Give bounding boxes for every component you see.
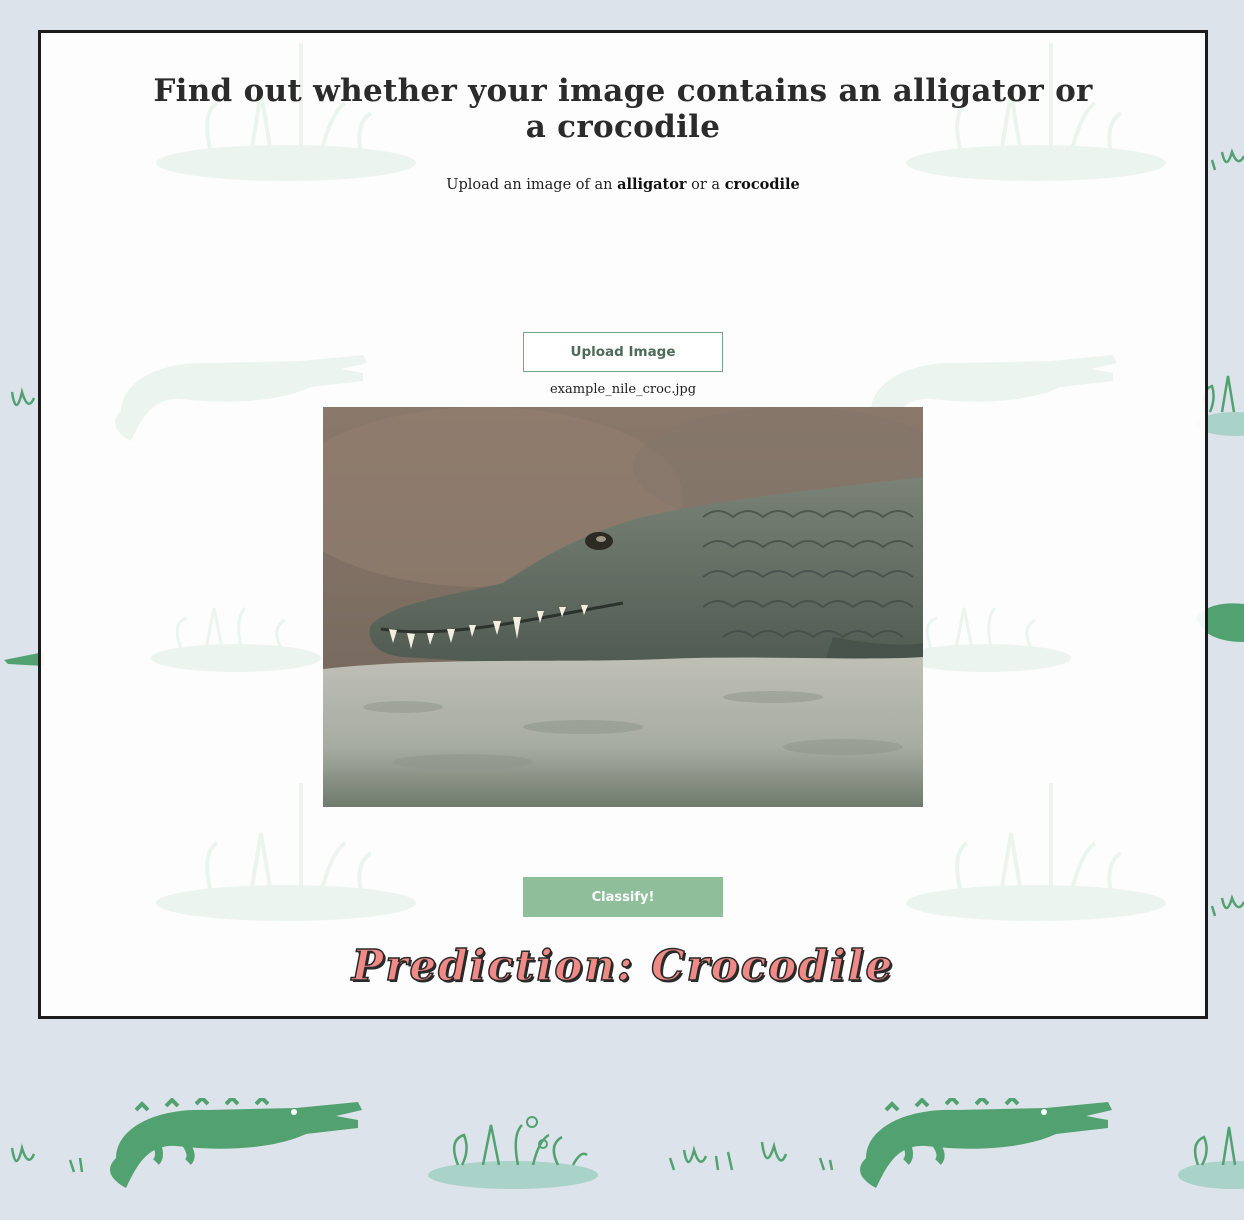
prediction-result: Prediction: Crocodile [351,940,895,991]
page-title: Find out whether your image contains an … [153,73,1093,145]
subtitle-middle: or a [691,177,721,193]
crocodile-decoration-icon [860,1098,1112,1188]
grass-decoration-icon [1210,148,1244,171]
subtitle-alligator: alligator [617,176,687,193]
crocodile-photo-icon [323,407,923,807]
upload-image-button[interactable]: Upload Image [523,332,723,372]
grass-decoration-icon [668,1141,834,1171]
bush-decoration-icon [1178,1126,1244,1189]
crocodile-decoration-icon [110,1098,362,1188]
subtitle: Upload an image of an alligator or a cro… [41,176,1205,193]
main-card: Find out whether your image contains an … [38,30,1208,1019]
image-preview [323,407,923,807]
subtitle-crocodile: crocodile [724,176,800,193]
grass-decoration-icon [1210,894,1244,917]
content-area: Find out whether your image contains an … [41,33,1205,1016]
bush-decoration-icon [428,1116,598,1189]
classify-button[interactable]: Classify! [523,877,723,917]
subtitle-prefix: Upload an image of an [446,177,613,193]
grass-decoration-icon [10,1143,84,1173]
uploaded-filename: example_nile_croc.jpg [549,382,697,397]
